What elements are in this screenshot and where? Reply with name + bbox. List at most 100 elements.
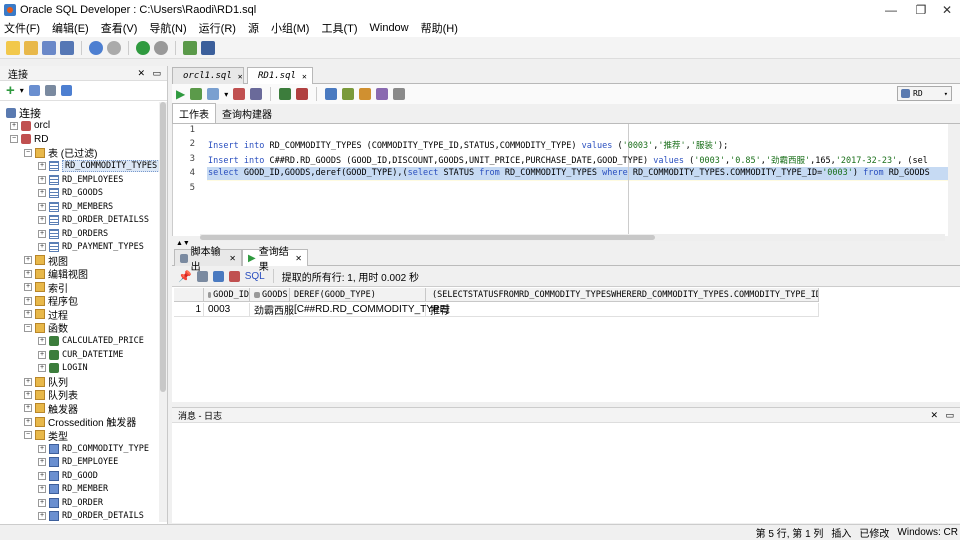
editor-horizontal-scrollbar[interactable]: [200, 234, 945, 241]
format-icon[interactable]: [376, 88, 389, 100]
tree-item-function[interactable]: + CUR_DATETIME: [38, 348, 123, 361]
save-icon[interactable]: [42, 40, 56, 55]
tree-node-rd[interactable]: − RD: [10, 133, 48, 146]
grid-cell[interactable]: 0003: [204, 303, 250, 317]
find-db-object-icon[interactable]: [201, 40, 215, 55]
tree-item-table[interactable]: + RD_COMMODITY_TYPES: [38, 160, 161, 173]
expand-icon[interactable]: +: [38, 162, 46, 171]
schema-browser-icon[interactable]: [60, 85, 72, 96]
expand-icon[interactable]: +: [24, 377, 32, 386]
save-all-icon[interactable]: [60, 40, 74, 55]
menu-edit[interactable]: 编辑(E): [52, 20, 89, 36]
refresh-icon[interactable]: [212, 270, 224, 282]
tab-close-icon[interactable]: ✕: [238, 72, 243, 81]
expand-icon[interactable]: +: [38, 364, 46, 373]
redo-icon[interactable]: [107, 40, 121, 55]
tree-item-table[interactable]: + RD_EMPLOYEES: [38, 173, 123, 186]
pin-icon[interactable]: 📌: [178, 270, 192, 283]
expand-icon[interactable]: +: [24, 269, 32, 278]
tab-close-icon[interactable]: ✕: [295, 254, 302, 263]
expand-icon[interactable]: +: [38, 337, 46, 346]
schema-selector[interactable]: RD ▾: [897, 86, 952, 101]
expand-icon[interactable]: +: [38, 202, 46, 211]
explain-plan-icon[interactable]: [250, 88, 263, 100]
tab-orcl1-sql[interactable]: orcl1.sql ✕: [172, 67, 244, 84]
tab-query-result[interactable]: ▶ 查询结果 ✕: [242, 247, 308, 273]
expand-icon[interactable]: +: [24, 310, 32, 319]
rollback-icon[interactable]: [233, 88, 246, 100]
tree-scrollbar[interactable]: [159, 102, 167, 522]
autotrace-icon[interactable]: [279, 88, 292, 100]
collapse-icon[interactable]: −: [10, 135, 18, 144]
tab-close-icon[interactable]: ✕: [302, 72, 307, 81]
undo-icon[interactable]: [89, 40, 103, 55]
tab-query-builder[interactable]: 查询构建器: [216, 104, 278, 123]
minimize-button[interactable]: —: [876, 0, 906, 19]
expand-icon[interactable]: +: [38, 175, 46, 184]
splitter-arrows-icon[interactable]: ▲▼: [176, 240, 190, 247]
expand-icon[interactable]: +: [38, 498, 46, 507]
menu-file[interactable]: 文件(F): [4, 20, 40, 36]
tree-folder-functions[interactable]: − 函数: [24, 321, 68, 335]
tree-item-table[interactable]: + RD_MEMBERS: [38, 200, 113, 213]
expand-icon[interactable]: +: [38, 229, 46, 238]
expand-icon[interactable]: +: [38, 471, 46, 480]
menu-help[interactable]: 帮助(H): [421, 20, 458, 36]
open-folder-icon[interactable]: [24, 40, 38, 55]
tree-folder[interactable]: + 索引: [24, 281, 68, 295]
expand-icon[interactable]: +: [38, 458, 46, 467]
expand-icon[interactable]: +: [38, 512, 46, 520]
cancel-icon[interactable]: [228, 270, 240, 282]
run-script-icon[interactable]: [190, 88, 203, 100]
panel-close-icon[interactable]: ✕: [137, 68, 145, 79]
tree-folder[interactable]: + 队列: [24, 375, 68, 389]
tree-item-table[interactable]: + RD_ORDER_DETAILSS: [38, 214, 149, 227]
tree-folder[interactable]: + 视图: [24, 254, 68, 268]
expand-icon[interactable]: +: [24, 283, 32, 292]
tab-worksheet[interactable]: 工作表: [172, 103, 216, 123]
tree-item-type[interactable]: + RD_GOOD: [38, 469, 98, 482]
grid-cell[interactable]: 劲霸西服: [250, 303, 294, 317]
tree-item-table[interactable]: + RD_GOODS: [38, 187, 103, 200]
grid-cell[interactable]: 推荐: [426, 303, 819, 317]
tree-root-connections[interactable]: 连接: [6, 106, 41, 120]
expand-icon[interactable]: +: [24, 417, 32, 426]
menu-tools[interactable]: 工具(T): [321, 20, 357, 36]
tree-item-type[interactable]: + RD_ORDER: [38, 496, 103, 509]
editor-vertical-scrollbar[interactable]: [948, 124, 958, 236]
expand-icon[interactable]: +: [24, 390, 32, 399]
tree-item-type[interactable]: + RD_EMPLOYEE: [38, 456, 118, 469]
tree-folder[interactable]: + 触发器: [24, 402, 78, 416]
clear-icon[interactable]: [296, 88, 309, 100]
collapse-icon[interactable]: −: [24, 323, 32, 332]
menu-view[interactable]: 查看(V): [101, 20, 138, 36]
tree-folder[interactable]: + Crossedition 触发器: [24, 415, 136, 429]
menu-navigate[interactable]: 导航(N): [149, 20, 186, 36]
expand-icon[interactable]: +: [38, 189, 46, 198]
migrate-icon[interactable]: [183, 40, 197, 55]
to-upper-icon[interactable]: [342, 88, 355, 100]
tree-item-function[interactable]: + CALCULATED_PRICE: [38, 335, 144, 348]
column-header[interactable]: DEREF(GOOD_TYPE): [290, 288, 426, 302]
expand-icon[interactable]: +: [38, 485, 46, 494]
tree-folder[interactable]: + 编辑视图: [24, 267, 88, 281]
tree-item-function[interactable]: + LOGIN: [38, 362, 88, 375]
tree-folder[interactable]: + 过程: [24, 308, 68, 322]
sql-button[interactable]: SQL: [245, 271, 265, 282]
sql-history-icon[interactable]: [393, 88, 406, 100]
panel-minimize-icon[interactable]: ▭: [152, 68, 161, 79]
grid-cell[interactable]: [C##RD.RD_COMMODITY_TYPE]: [290, 303, 449, 317]
run-statement-icon[interactable]: ▶: [176, 87, 185, 101]
menu-source[interactable]: 源: [248, 20, 259, 36]
eraser-icon[interactable]: [359, 88, 372, 100]
forward-icon[interactable]: [154, 40, 168, 55]
expand-icon[interactable]: +: [10, 121, 18, 130]
expand-icon[interactable]: +: [24, 256, 32, 265]
close-button[interactable]: ✕: [932, 0, 960, 19]
collapse-icon[interactable]: −: [24, 431, 32, 440]
sql-tuning-icon[interactable]: [325, 88, 338, 100]
back-icon[interactable]: [136, 40, 150, 55]
expand-icon[interactable]: +: [24, 296, 32, 305]
tree-item-type[interactable]: + RD_MEMBER: [38, 483, 108, 496]
sql-editor[interactable]: 1 2 3 4 5 Insert into RD_COMMODITY_TYPES (CO…: [172, 124, 949, 236]
